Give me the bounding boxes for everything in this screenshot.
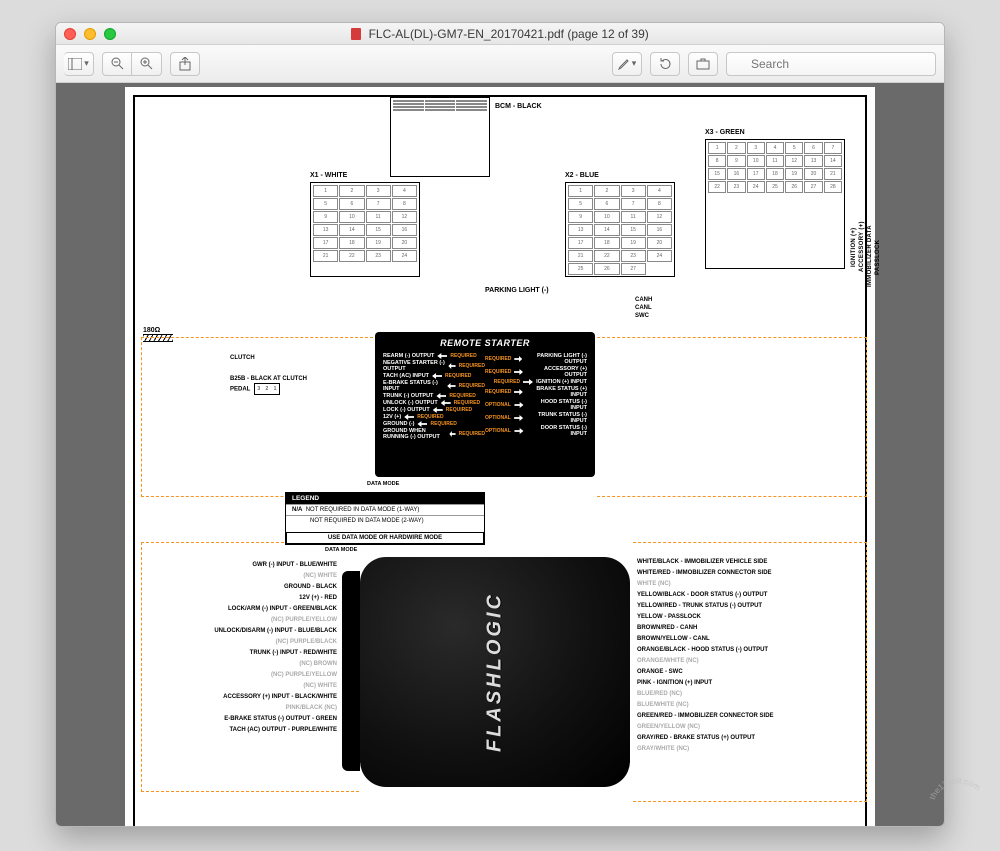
flashlogic-logo: FLASHLOGIC: [484, 592, 507, 752]
sidebar-toggle-button[interactable]: ▾: [64, 52, 94, 76]
label-canl: CANL: [635, 305, 652, 311]
remote-starter-module: REMOTE STARTER REARM (-) OUTPUTREQUIREDN…: [375, 332, 595, 477]
resistor-label: 180Ω: [143, 327, 173, 344]
label-x1: X1 - WHITE: [310, 172, 347, 179]
window-title: FLC-AL(DL)-GM7-EN_20170421.pdf (page 12 …: [56, 27, 944, 41]
connector-x2: 1234567891011121314151617181920212223242…: [565, 182, 675, 277]
annotate-button[interactable]: ▾: [612, 52, 642, 76]
pdf-page: BCM - BLACK 1234567891011121314151617181…: [125, 87, 875, 826]
close-icon[interactable]: [64, 28, 76, 40]
b25b-label: B25B - BLACK AT CLUTCH PEDAL: [230, 375, 325, 395]
label-x3: X3 - GREEN: [705, 129, 745, 136]
connector-bcm: [390, 97, 490, 177]
legend-box: LEGEND N/A NOT REQUIRED IN DATA MODE (1-…: [285, 492, 485, 545]
label-bcm: BCM - BLACK: [495, 103, 542, 110]
harness-right-upper: [597, 337, 867, 497]
right-wire-labels: WHITE/BLACK - IMMOBILIZER VEHICLE SIDEWH…: [637, 557, 774, 755]
legend-use-mode: USE DATA MODE OR HARDWIRE MODE: [286, 532, 484, 544]
label-parklight: PARKING LIGHT (-): [485, 287, 549, 294]
zoom-in-icon: [140, 57, 153, 70]
rotate-button[interactable]: [650, 52, 680, 76]
connector-x3: 1234567891011121314151617181920212223242…: [705, 139, 845, 269]
label-passlock: PASSLOCK: [875, 240, 881, 275]
toolbar: ▾ ▾: [56, 45, 944, 83]
svg-text:the12volt.com: the12volt.com: [927, 775, 983, 801]
minimize-icon[interactable]: [84, 28, 96, 40]
search-input[interactable]: [726, 52, 936, 76]
toolbox-icon: [696, 58, 710, 70]
pdf-viewer-window: FLC-AL(DL)-GM7-EN_20170421.pdf (page 12 …: [55, 22, 945, 827]
clutch-label: CLUTCH: [230, 355, 255, 361]
source-watermark: the12volt.com: [924, 775, 994, 845]
zoom-icon[interactable]: [104, 28, 116, 40]
pdf-file-icon: [351, 28, 361, 40]
label-canh: CANH: [635, 297, 652, 303]
zoom-out-button[interactable]: [102, 52, 132, 76]
harness-left-upper: [141, 337, 373, 497]
label-immobilizer: IMMOBILIZER DATA: [867, 225, 873, 287]
flashlogic-module: FLASHLOGIC: [360, 557, 630, 787]
window-title-text: FLC-AL(DL)-GM7-EN_20170421.pdf (page 12 …: [369, 27, 649, 41]
remote-starter-title: REMOTE STARTER: [383, 338, 587, 348]
label-x2: X2 - BLUE: [565, 172, 599, 179]
left-wire-labels: GWR (-) INPUT - BLUE/WHITE(NC) WHITEGROU…: [214, 560, 337, 736]
label-swc: SWC: [635, 313, 649, 319]
legend-header: LEGEND: [286, 493, 484, 504]
markup-button[interactable]: [688, 52, 718, 76]
wiring-diagram: BCM - BLACK 1234567891011121314151617181…: [133, 95, 867, 826]
zoom-in-button[interactable]: [132, 52, 162, 76]
document-viewport[interactable]: BCM - BLACK 1234567891011121314151617181…: [56, 83, 944, 826]
data-mode-left: DATA MODE: [367, 481, 399, 487]
label-ignition: IGNITION (+): [851, 228, 857, 267]
zoom-out-icon: [111, 57, 124, 70]
label-accessory: ACCESSORY (+): [859, 221, 865, 272]
data-mode-bottom: DATA MODE: [325, 547, 357, 553]
share-button[interactable]: [170, 52, 200, 76]
rotate-icon: [659, 57, 672, 70]
titlebar: FLC-AL(DL)-GM7-EN_20170421.pdf (page 12 …: [56, 23, 944, 45]
pencil-icon: [618, 58, 630, 70]
share-icon: [179, 57, 191, 71]
connector-x1: 123456789101112131415161718192021222324: [310, 182, 420, 277]
